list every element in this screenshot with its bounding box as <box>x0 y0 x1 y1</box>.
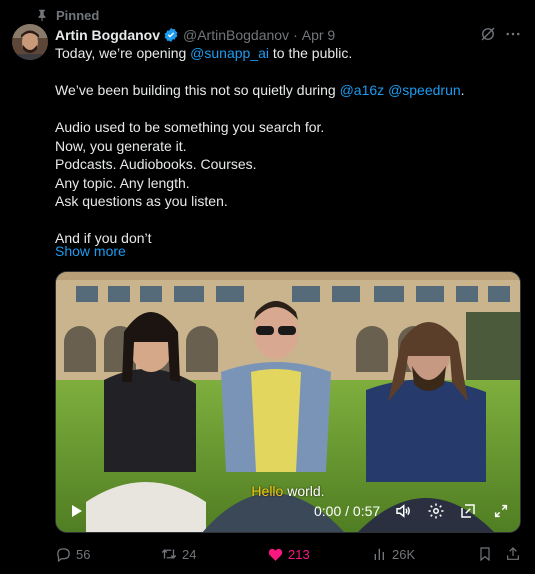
tweet-header: Artin Bogdanov @ArtinBogdanov · Apr 9 <box>55 26 475 44</box>
grok-icon[interactable] <box>478 24 498 44</box>
video-controls: 0:00 / 0:57 <box>56 492 520 532</box>
tweet-actions: 56 24 213 26K <box>55 544 525 564</box>
share-button[interactable] <box>505 544 521 564</box>
mention-speedrun[interactable]: @speedrun <box>388 82 461 98</box>
author-handle[interactable]: @ArtinBogdanov <box>183 27 289 43</box>
repost-count: 24 <box>182 546 197 562</box>
tweet-text: Today, we’re opening @sunapp_ai to the p… <box>55 44 525 248</box>
mention-a16z[interactable]: @a16z <box>340 82 385 98</box>
play-icon[interactable] <box>65 500 87 522</box>
verified-badge-icon <box>163 27 179 43</box>
reply-button[interactable]: 56 <box>55 544 90 564</box>
pip-icon[interactable] <box>457 500 479 522</box>
bookmark-icon <box>477 546 493 562</box>
tweet-line: Today, we’re opening @sunapp_ai to the p… <box>55 44 525 63</box>
views-button[interactable]: 26K <box>372 544 415 564</box>
tweet-line: Audio used to be something you search fo… <box>55 119 325 135</box>
repost-icon <box>160 545 178 563</box>
reply-count: 56 <box>76 546 91 562</box>
volume-icon[interactable] <box>392 500 414 522</box>
tweet-line: Ask questions as you listen. <box>55 193 228 209</box>
tweet-date[interactable]: Apr 9 <box>302 27 335 43</box>
like-button[interactable]: 213 <box>267 544 310 564</box>
repost-button[interactable]: 24 <box>160 544 196 564</box>
tweet-line: Now, you generate it. <box>55 137 187 154</box>
views-count: 26K <box>392 546 416 562</box>
video-player[interactable]: Hello world. 0:00 / 0:57 <box>55 271 521 533</box>
pin-icon <box>35 8 49 22</box>
heart-icon <box>267 546 284 563</box>
header-separator: · <box>293 27 298 43</box>
settings-icon[interactable] <box>425 500 447 522</box>
text-span: We’ve been building this not so quietly … <box>55 82 340 98</box>
fullscreen-icon[interactable] <box>490 500 512 522</box>
share-icon <box>505 546 521 562</box>
reply-icon <box>55 546 72 563</box>
text-span: . <box>460 82 465 98</box>
pinned-indicator: Pinned <box>35 7 99 23</box>
like-count: 213 <box>288 546 310 562</box>
video-time: 0:00 / 0:57 <box>314 503 381 519</box>
tweet-line: We’ve been building this not so quietly … <box>55 81 525 100</box>
tweet-line: Podcasts. Audiobooks. Courses. <box>55 156 257 172</box>
text-span: to the public. <box>269 45 353 61</box>
avatar[interactable] <box>12 24 48 60</box>
tweet-line: Any topic. Any length. <box>55 174 190 191</box>
show-more-link[interactable]: Show more <box>55 243 126 259</box>
bookmark-button[interactable] <box>477 544 493 564</box>
more-icon[interactable] <box>503 24 523 44</box>
text-span: Today, we’re opening <box>55 45 191 61</box>
mention-sunapp[interactable]: @sunapp_ai <box>190 45 269 61</box>
pinned-label: Pinned <box>56 7 100 23</box>
author-name[interactable]: Artin Bogdanov <box>55 27 160 43</box>
views-icon <box>372 546 388 562</box>
